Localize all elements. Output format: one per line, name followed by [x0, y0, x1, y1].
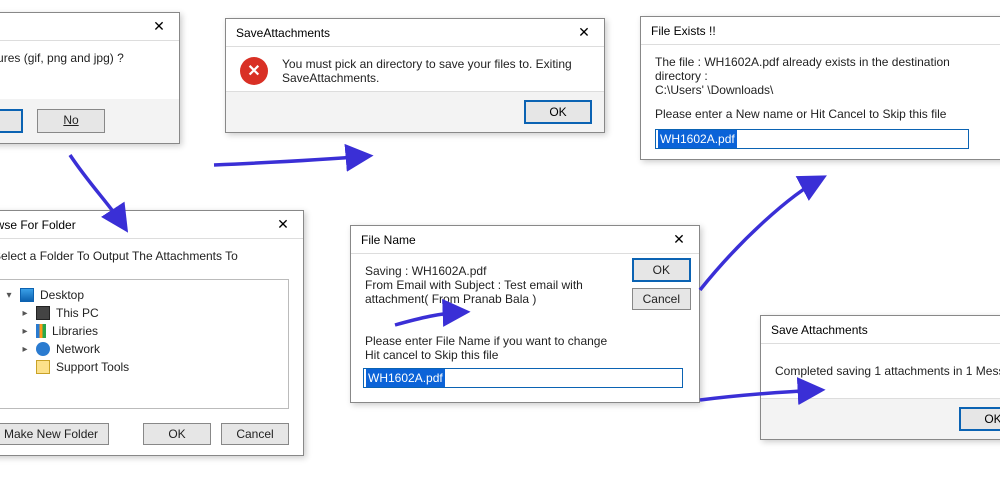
cancel-button[interactable]: Cancel — [632, 288, 691, 310]
folder-icon — [36, 360, 50, 374]
ok-button[interactable]: OK — [524, 100, 592, 124]
close-icon[interactable]: ✕ — [145, 16, 173, 38]
file-exists-line3: Please enter a New name or Hit Cancel to… — [655, 107, 969, 121]
expand-icon[interactable]: ▸ — [20, 326, 30, 337]
file-name-dialog: File Name ✕ Saving : WH1602A.pdf From Em… — [350, 225, 700, 403]
file-exists-line1: The file : WH1602A.pdf already exists in… — [655, 55, 969, 83]
pc-icon — [36, 306, 50, 320]
tree-item-libraries[interactable]: ▸ Libraries — [4, 322, 282, 340]
expand-icon[interactable]: ▸ — [20, 308, 30, 319]
browse-folder-prompt: Select a Folder To Output The Attachment… — [0, 249, 289, 263]
tree-item-desktop[interactable]: ▾ Desktop — [4, 286, 282, 304]
yes-button[interactable]: Yes — [0, 109, 23, 133]
browse-folder-dialog: owse For Folder ✕ Select a Folder To Out… — [0, 210, 304, 456]
tree-item-thispc[interactable]: ▸ This PC — [4, 304, 282, 322]
save-attachments-error-message: You must pick an directory to save your … — [282, 57, 590, 85]
file-exists-line2: C:\Users' \Downloads\ — [655, 83, 969, 97]
file-name-line2: From Email with Subject : Test email wit… — [365, 278, 625, 306]
save-option-dialog: e option ✕ ded pictures (gif, png and jp… — [0, 12, 180, 144]
save-option-message: ded pictures (gif, png and jpg) ? — [0, 51, 165, 91]
file-name-input[interactable]: WH1602A.pdf — [363, 368, 683, 388]
cancel-button[interactable]: Cancel — [221, 423, 289, 445]
browse-folder-title: owse For Folder — [0, 218, 76, 232]
close-icon[interactable]: ✕ — [665, 229, 693, 251]
save-attachments-done-dialog: Save Attachments ✕ Completed saving 1 at… — [760, 315, 1000, 440]
file-name-line3: Please enter File Name if you want to ch… — [365, 334, 625, 348]
tree-item-support-tools[interactable]: Support Tools — [4, 358, 282, 376]
save-attachments-done-title: Save Attachments — [771, 323, 868, 337]
save-attachments-done-message: Completed saving 1 attachments in 1 Mess — [775, 364, 1000, 378]
folder-tree[interactable]: ▾ Desktop ▸ This PC ▸ Libraries ▸ — [0, 279, 289, 409]
save-attachments-error-dialog: SaveAttachments ✕ ✕ You must pick an dir… — [225, 18, 605, 133]
file-exists-title: File Exists !! — [651, 24, 716, 38]
file-exists-dialog: File Exists !! ✕ The file : WH1602A.pdf … — [640, 16, 1000, 160]
expand-icon[interactable]: ▸ — [20, 344, 30, 355]
network-icon — [36, 342, 50, 356]
make-new-folder-button[interactable]: Make New Folder — [0, 423, 109, 445]
file-name-title: File Name — [361, 233, 416, 247]
tree-item-network[interactable]: ▸ Network — [4, 340, 282, 358]
collapse-icon[interactable]: ▾ — [4, 290, 14, 301]
ok-button[interactable]: OK — [632, 258, 691, 282]
no-button[interactable]: No — [37, 109, 105, 133]
libraries-icon — [36, 324, 46, 338]
ok-button[interactable]: OK — [959, 407, 1000, 431]
close-icon[interactable]: ✕ — [269, 214, 297, 236]
file-name-line4: Hit cancel to Skip this file — [365, 348, 625, 362]
file-name-line1: Saving : WH1602A.pdf — [365, 264, 625, 278]
file-exists-input[interactable]: WH1602A.pdf — [655, 129, 969, 149]
error-icon: ✕ — [240, 57, 268, 85]
ok-button[interactable]: OK — [143, 423, 211, 445]
close-icon[interactable]: ✕ — [570, 22, 598, 44]
desktop-icon — [20, 288, 34, 302]
save-attachments-error-title: SaveAttachments — [236, 26, 330, 40]
